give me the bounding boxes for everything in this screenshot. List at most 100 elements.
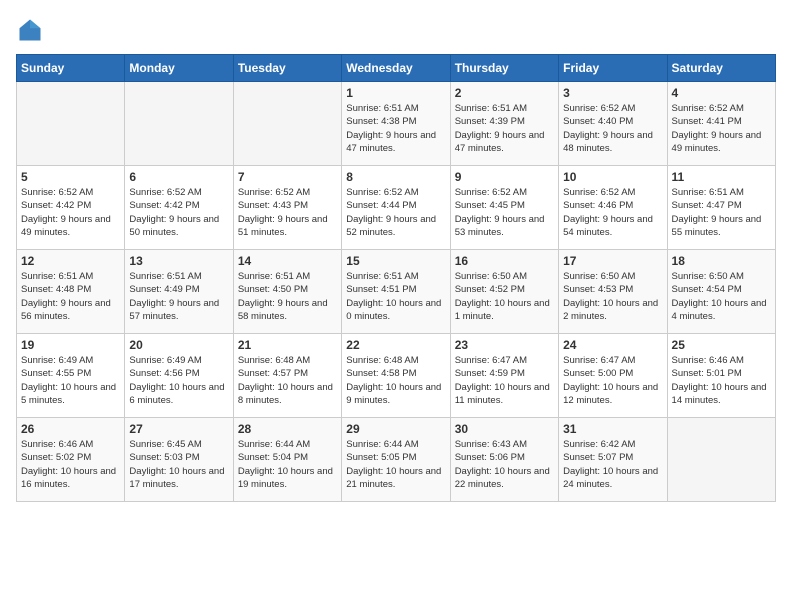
calendar-cell: 5 Sunrise: 6:52 AM Sunset: 4:42 PM Daylig… [17, 166, 125, 250]
day-number: 8 [346, 170, 445, 184]
day-number: 4 [672, 86, 771, 100]
day-info: Sunrise: 6:48 AM Sunset: 4:58 PM Dayligh… [346, 354, 445, 407]
day-info: Sunrise: 6:49 AM Sunset: 4:56 PM Dayligh… [129, 354, 228, 407]
day-info: Sunrise: 6:51 AM Sunset: 4:49 PM Dayligh… [129, 270, 228, 323]
calendar-cell: 6 Sunrise: 6:52 AM Sunset: 4:42 PM Daylig… [125, 166, 233, 250]
day-info: Sunrise: 6:49 AM Sunset: 4:55 PM Dayligh… [21, 354, 120, 407]
weekday-header-thursday: Thursday [450, 55, 558, 82]
calendar-cell: 21Sunrise: 6:48 AM Sunset: 4:57 PM Dayli… [233, 334, 341, 418]
calendar-cell: 16 Sunrise: 6:50 AM Sunset: 4:52 PM Dayli… [450, 250, 558, 334]
logo-icon [16, 16, 44, 44]
calendar-cell: 12 Sunrise: 6:51 AM Sunset: 4:48 PM Dayli… [17, 250, 125, 334]
weekday-header-tuesday: Tuesday [233, 55, 341, 82]
calendar-cell: 19Sunrise: 6:49 AM Sunset: 4:55 PM Dayli… [17, 334, 125, 418]
calendar-container: SundayMondayTuesdayWednesdayThursdayFrid… [0, 0, 792, 510]
calendar-cell [233, 82, 341, 166]
calendar-cell: 22 Sunrise: 6:48 AM Sunset: 4:58 PM Dayli… [342, 334, 450, 418]
day-number: 18 [672, 254, 771, 268]
weekday-header-row: SundayMondayTuesdayWednesdayThursdayFrid… [17, 55, 776, 82]
day-info: Sunrise: 6:45 AM Sunset: 5:03 PM Dayligh… [129, 438, 228, 491]
calendar-cell: 31Sunrise: 6:42 AM Sunset: 5:07 PM Dayli… [559, 418, 667, 502]
calendar-cell: 2Sunrise: 6:51 AM Sunset: 4:39 PM Daylig… [450, 82, 558, 166]
calendar-cell: 1 Sunrise: 6:51 AM Sunset: 4:38 PM Daylig… [342, 82, 450, 166]
day-number: 10 [563, 170, 662, 184]
calendar-cell: 3 Sunrise: 6:52 AM Sunset: 4:40 PM Daylig… [559, 82, 667, 166]
day-info: Sunrise: 6:46 AM Sunset: 5:02 PM Dayligh… [21, 438, 120, 491]
calendar-header: SundayMondayTuesdayWednesdayThursdayFrid… [17, 55, 776, 82]
day-number: 14 [238, 254, 337, 268]
calendar-table: SundayMondayTuesdayWednesdayThursdayFrid… [16, 54, 776, 502]
weekday-header-monday: Monday [125, 55, 233, 82]
day-number: 1 [346, 86, 445, 100]
day-info: Sunrise: 6:42 AM Sunset: 5:07 PM Dayligh… [563, 438, 662, 491]
day-number: 27 [129, 422, 228, 436]
calendar-cell [17, 82, 125, 166]
calendar-cell: 23Sunrise: 6:47 AM Sunset: 4:59 PM Dayli… [450, 334, 558, 418]
day-number: 6 [129, 170, 228, 184]
day-info: Sunrise: 6:51 AM Sunset: 4:39 PM Dayligh… [455, 102, 554, 155]
calendar-cell: 9Sunrise: 6:52 AM Sunset: 4:45 PM Daylig… [450, 166, 558, 250]
day-info: Sunrise: 6:43 AM Sunset: 5:06 PM Dayligh… [455, 438, 554, 491]
logo [16, 16, 48, 44]
day-number: 5 [21, 170, 120, 184]
calendar-week-5: 26Sunrise: 6:46 AM Sunset: 5:02 PM Dayli… [17, 418, 776, 502]
day-number: 24 [563, 338, 662, 352]
calendar-cell: 29 Sunrise: 6:44 AM Sunset: 5:05 PM Dayli… [342, 418, 450, 502]
day-info: Sunrise: 6:50 AM Sunset: 4:53 PM Dayligh… [563, 270, 662, 323]
day-info: Sunrise: 6:51 AM Sunset: 4:51 PM Dayligh… [346, 270, 445, 323]
day-number: 30 [455, 422, 554, 436]
day-number: 21 [238, 338, 337, 352]
day-info: Sunrise: 6:52 AM Sunset: 4:44 PM Dayligh… [346, 186, 445, 239]
calendar-cell: 11Sunrise: 6:51 AM Sunset: 4:47 PM Dayli… [667, 166, 775, 250]
day-number: 16 [455, 254, 554, 268]
day-number: 3 [563, 86, 662, 100]
day-number: 7 [238, 170, 337, 184]
day-info: Sunrise: 6:50 AM Sunset: 4:52 PM Dayligh… [455, 270, 554, 323]
calendar-cell: 8 Sunrise: 6:52 AM Sunset: 4:44 PM Daylig… [342, 166, 450, 250]
calendar-cell: 25 Sunrise: 6:46 AM Sunset: 5:01 PM Dayli… [667, 334, 775, 418]
day-info: Sunrise: 6:47 AM Sunset: 5:00 PM Dayligh… [563, 354, 662, 407]
calendar-cell: 13 Sunrise: 6:51 AM Sunset: 4:49 PM Dayli… [125, 250, 233, 334]
day-number: 23 [455, 338, 554, 352]
day-info: Sunrise: 6:52 AM Sunset: 4:42 PM Dayligh… [129, 186, 228, 239]
day-info: Sunrise: 6:52 AM Sunset: 4:41 PM Dayligh… [672, 102, 771, 155]
day-info: Sunrise: 6:52 AM Sunset: 4:46 PM Dayligh… [563, 186, 662, 239]
calendar-cell: 30 Sunrise: 6:43 AM Sunset: 5:06 PM Dayli… [450, 418, 558, 502]
day-info: Sunrise: 6:44 AM Sunset: 5:04 PM Dayligh… [238, 438, 337, 491]
calendar-week-3: 12 Sunrise: 6:51 AM Sunset: 4:48 PM Dayli… [17, 250, 776, 334]
calendar-cell: 20 Sunrise: 6:49 AM Sunset: 4:56 PM Dayli… [125, 334, 233, 418]
calendar-week-1: 1 Sunrise: 6:51 AM Sunset: 4:38 PM Daylig… [17, 82, 776, 166]
calendar-week-4: 19Sunrise: 6:49 AM Sunset: 4:55 PM Dayli… [17, 334, 776, 418]
day-number: 22 [346, 338, 445, 352]
day-info: Sunrise: 6:46 AM Sunset: 5:01 PM Dayligh… [672, 354, 771, 407]
calendar-cell: 14 Sunrise: 6:51 AM Sunset: 4:50 PM Dayli… [233, 250, 341, 334]
weekday-header-wednesday: Wednesday [342, 55, 450, 82]
weekday-header-saturday: Saturday [667, 55, 775, 82]
weekday-header-sunday: Sunday [17, 55, 125, 82]
day-number: 13 [129, 254, 228, 268]
calendar-cell: 7 Sunrise: 6:52 AM Sunset: 4:43 PM Daylig… [233, 166, 341, 250]
day-info: Sunrise: 6:51 AM Sunset: 4:50 PM Dayligh… [238, 270, 337, 323]
day-number: 25 [672, 338, 771, 352]
day-info: Sunrise: 6:51 AM Sunset: 4:38 PM Dayligh… [346, 102, 445, 155]
calendar-cell: 17Sunrise: 6:50 AM Sunset: 4:53 PM Dayli… [559, 250, 667, 334]
day-number: 12 [21, 254, 120, 268]
calendar-cell [667, 418, 775, 502]
day-info: Sunrise: 6:51 AM Sunset: 4:48 PM Dayligh… [21, 270, 120, 323]
day-number: 28 [238, 422, 337, 436]
day-info: Sunrise: 6:52 AM Sunset: 4:43 PM Dayligh… [238, 186, 337, 239]
day-info: Sunrise: 6:44 AM Sunset: 5:05 PM Dayligh… [346, 438, 445, 491]
day-number: 20 [129, 338, 228, 352]
calendar-week-2: 5 Sunrise: 6:52 AM Sunset: 4:42 PM Daylig… [17, 166, 776, 250]
header [16, 16, 776, 44]
day-info: Sunrise: 6:52 AM Sunset: 4:42 PM Dayligh… [21, 186, 120, 239]
calendar-cell: 24 Sunrise: 6:47 AM Sunset: 5:00 PM Dayli… [559, 334, 667, 418]
day-number: 29 [346, 422, 445, 436]
day-number: 11 [672, 170, 771, 184]
calendar-cell: 28 Sunrise: 6:44 AM Sunset: 5:04 PM Dayli… [233, 418, 341, 502]
day-info: Sunrise: 6:52 AM Sunset: 4:40 PM Dayligh… [563, 102, 662, 155]
calendar-cell: 26Sunrise: 6:46 AM Sunset: 5:02 PM Dayli… [17, 418, 125, 502]
calendar-cell: 4 Sunrise: 6:52 AM Sunset: 4:41 PM Daylig… [667, 82, 775, 166]
day-info: Sunrise: 6:52 AM Sunset: 4:45 PM Dayligh… [455, 186, 554, 239]
weekday-header-friday: Friday [559, 55, 667, 82]
